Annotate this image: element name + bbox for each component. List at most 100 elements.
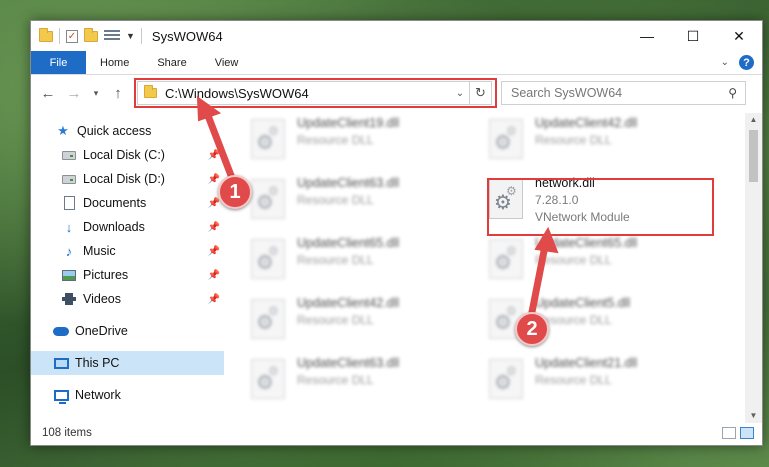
search-input[interactable] xyxy=(511,86,711,100)
view-toggle xyxy=(722,427,762,439)
new-folder-icon[interactable] xyxy=(84,27,98,42)
forward-arrow-icon[interactable]: → xyxy=(61,85,87,102)
file-name: UpdateClient19.dll xyxy=(297,116,400,130)
nav-item-videos[interactable]: Videos 📌 xyxy=(31,287,224,311)
pin-icon[interactable]: 📌 xyxy=(208,294,220,305)
file-tile[interactable]: UpdateClient63.dll Resource DLL xyxy=(251,175,481,225)
nav-label: Pictures xyxy=(83,268,129,282)
file-tile[interactable]: UpdateClient21.dll Resource DLL xyxy=(489,355,719,405)
navigation-pane: ★ Quick access Local Disk (C:) 📌 Local D… xyxy=(31,113,224,413)
file-description: Resource DLL xyxy=(535,373,612,387)
file-list: UpdateClient19.dll Resource DLL UpdateCli… xyxy=(241,113,741,415)
tab-file[interactable]: File xyxy=(31,51,86,74)
minimize-button[interactable]: — xyxy=(624,21,670,51)
documents-icon xyxy=(61,196,77,210)
ribbon-right-controls: ⌄ ? xyxy=(721,51,762,74)
step-marker-1: 1 xyxy=(218,175,252,209)
dll-file-icon xyxy=(489,239,523,279)
toolbar-divider xyxy=(59,28,60,44)
nav-item-music[interactable]: ♪ Music 📌 xyxy=(31,239,224,263)
recent-locations-chevron-icon[interactable]: ▾ xyxy=(87,88,105,99)
close-button[interactable]: ✕ xyxy=(716,21,762,51)
tab-view[interactable]: View xyxy=(201,51,253,74)
file-description: Resource DLL xyxy=(297,313,374,327)
scroll-thumb[interactable] xyxy=(749,130,758,182)
file-name: UpdateClient42.dll xyxy=(297,296,400,310)
window-title: SysWOW64 xyxy=(151,28,223,44)
downloads-icon: ↓ xyxy=(65,219,73,235)
step-marker-2: 2 xyxy=(515,312,549,346)
toolbar-divider xyxy=(140,28,142,44)
nav-item-quick-access[interactable]: ★ Quick access xyxy=(31,119,224,143)
file-name: UpdateClient63.dll xyxy=(297,356,400,370)
help-icon[interactable]: ? xyxy=(739,55,754,70)
file-tile[interactable]: UpdateClient42.dll Resource DLL xyxy=(251,295,481,345)
nav-item-local-disk-d[interactable]: Local Disk (D:) 📌 xyxy=(31,167,224,191)
expand-ribbon-icon[interactable]: ⌄ xyxy=(721,57,729,68)
tab-share[interactable]: Share xyxy=(143,51,200,74)
pc-icon xyxy=(53,356,69,370)
nav-item-pictures[interactable]: Pictures 📌 xyxy=(31,263,224,287)
tab-home[interactable]: Home xyxy=(86,51,143,74)
file-tile[interactable]: UpdateClient42.dll Resource DLL xyxy=(489,115,719,165)
pin-icon[interactable]: 📌 xyxy=(208,222,220,233)
tiles-view-icon[interactable] xyxy=(740,427,754,439)
dll-file-icon xyxy=(251,359,285,399)
pin-icon[interactable]: 📌 xyxy=(208,150,220,161)
back-arrow-icon[interactable]: ← xyxy=(35,85,61,102)
nav-item-local-disk-c[interactable]: Local Disk (C:) 📌 xyxy=(31,143,224,167)
file-name: UpdateClient21.dll xyxy=(535,356,638,370)
onedrive-icon xyxy=(53,324,69,338)
file-tile[interactable]: UpdateClient63.dll Resource DLL xyxy=(251,355,481,405)
nav-label: Documents xyxy=(83,196,147,210)
nav-item-this-pc[interactable]: This PC xyxy=(31,351,224,375)
file-name: UpdateClient65.dll xyxy=(297,236,400,250)
details-view-icon[interactable] xyxy=(722,427,736,439)
file-name: UpdateClient63.dll xyxy=(297,176,400,190)
customize-toolbar-icon[interactable] xyxy=(104,30,120,42)
search-box[interactable]: ⚲ xyxy=(501,81,746,105)
network-icon xyxy=(53,388,69,404)
folder-icon[interactable] xyxy=(39,27,53,42)
nav-label: Local Disk (C:) xyxy=(83,148,165,162)
properties-check-icon[interactable]: ✓ xyxy=(66,29,78,43)
dll-file-icon xyxy=(489,119,523,159)
file-tile[interactable]: UpdateClient19.dll Resource DLL xyxy=(251,115,481,165)
pin-icon[interactable]: 📌 xyxy=(208,246,220,257)
nav-label: Local Disk (D:) xyxy=(83,172,165,186)
nav-item-onedrive[interactable]: OneDrive xyxy=(31,319,224,343)
disk-icon xyxy=(61,172,77,186)
pin-icon[interactable]: 📌 xyxy=(208,198,220,209)
vertical-scrollbar[interactable]: ▲ ▼ xyxy=(745,113,762,423)
qat-dropdown-icon[interactable]: ▼ xyxy=(126,31,135,41)
status-bar: 108 items xyxy=(31,421,762,445)
file-name: UpdateClient5.dll xyxy=(535,296,631,310)
nav-item-network[interactable]: Network xyxy=(31,383,224,407)
file-tile[interactable]: UpdateClient65.dll Resource DLL xyxy=(489,235,719,285)
navigation-row: ← → ▾ ↑ C:\Windows\SysWOW64 ⌄ ↻ ⚲ xyxy=(31,76,762,110)
disk-icon xyxy=(61,148,77,162)
star-icon: ★ xyxy=(57,123,69,138)
pin-icon[interactable]: 📌 xyxy=(208,270,220,281)
dll-file-icon xyxy=(251,299,285,339)
file-highlight-box xyxy=(487,178,714,236)
pictures-icon xyxy=(61,268,77,282)
nav-label: Network xyxy=(75,388,121,402)
file-description: Resource DLL xyxy=(297,193,374,207)
item-count: 108 items xyxy=(42,427,92,439)
up-arrow-icon[interactable]: ↑ xyxy=(105,85,131,102)
nav-label: Videos xyxy=(83,292,121,306)
nav-item-documents[interactable]: Documents 📌 xyxy=(31,191,224,215)
nav-item-downloads[interactable]: ↓ Downloads 📌 xyxy=(31,215,224,239)
dll-file-icon xyxy=(251,239,285,279)
videos-icon xyxy=(61,292,77,306)
file-description: Resource DLL xyxy=(297,373,374,387)
maximize-button[interactable]: ☐ xyxy=(670,21,716,51)
file-description: Resource DLL xyxy=(535,133,612,147)
pin-icon[interactable]: 📌 xyxy=(208,174,220,185)
music-icon: ♪ xyxy=(65,243,73,259)
scroll-up-arrow-icon[interactable]: ▲ xyxy=(745,113,762,127)
file-tile[interactable]: UpdateClient65.dll Resource DLL xyxy=(251,235,481,285)
title-bar: ✓ ▼ SysWOW64 — ☐ ✕ xyxy=(31,21,762,51)
search-icon[interactable]: ⚲ xyxy=(728,86,737,100)
